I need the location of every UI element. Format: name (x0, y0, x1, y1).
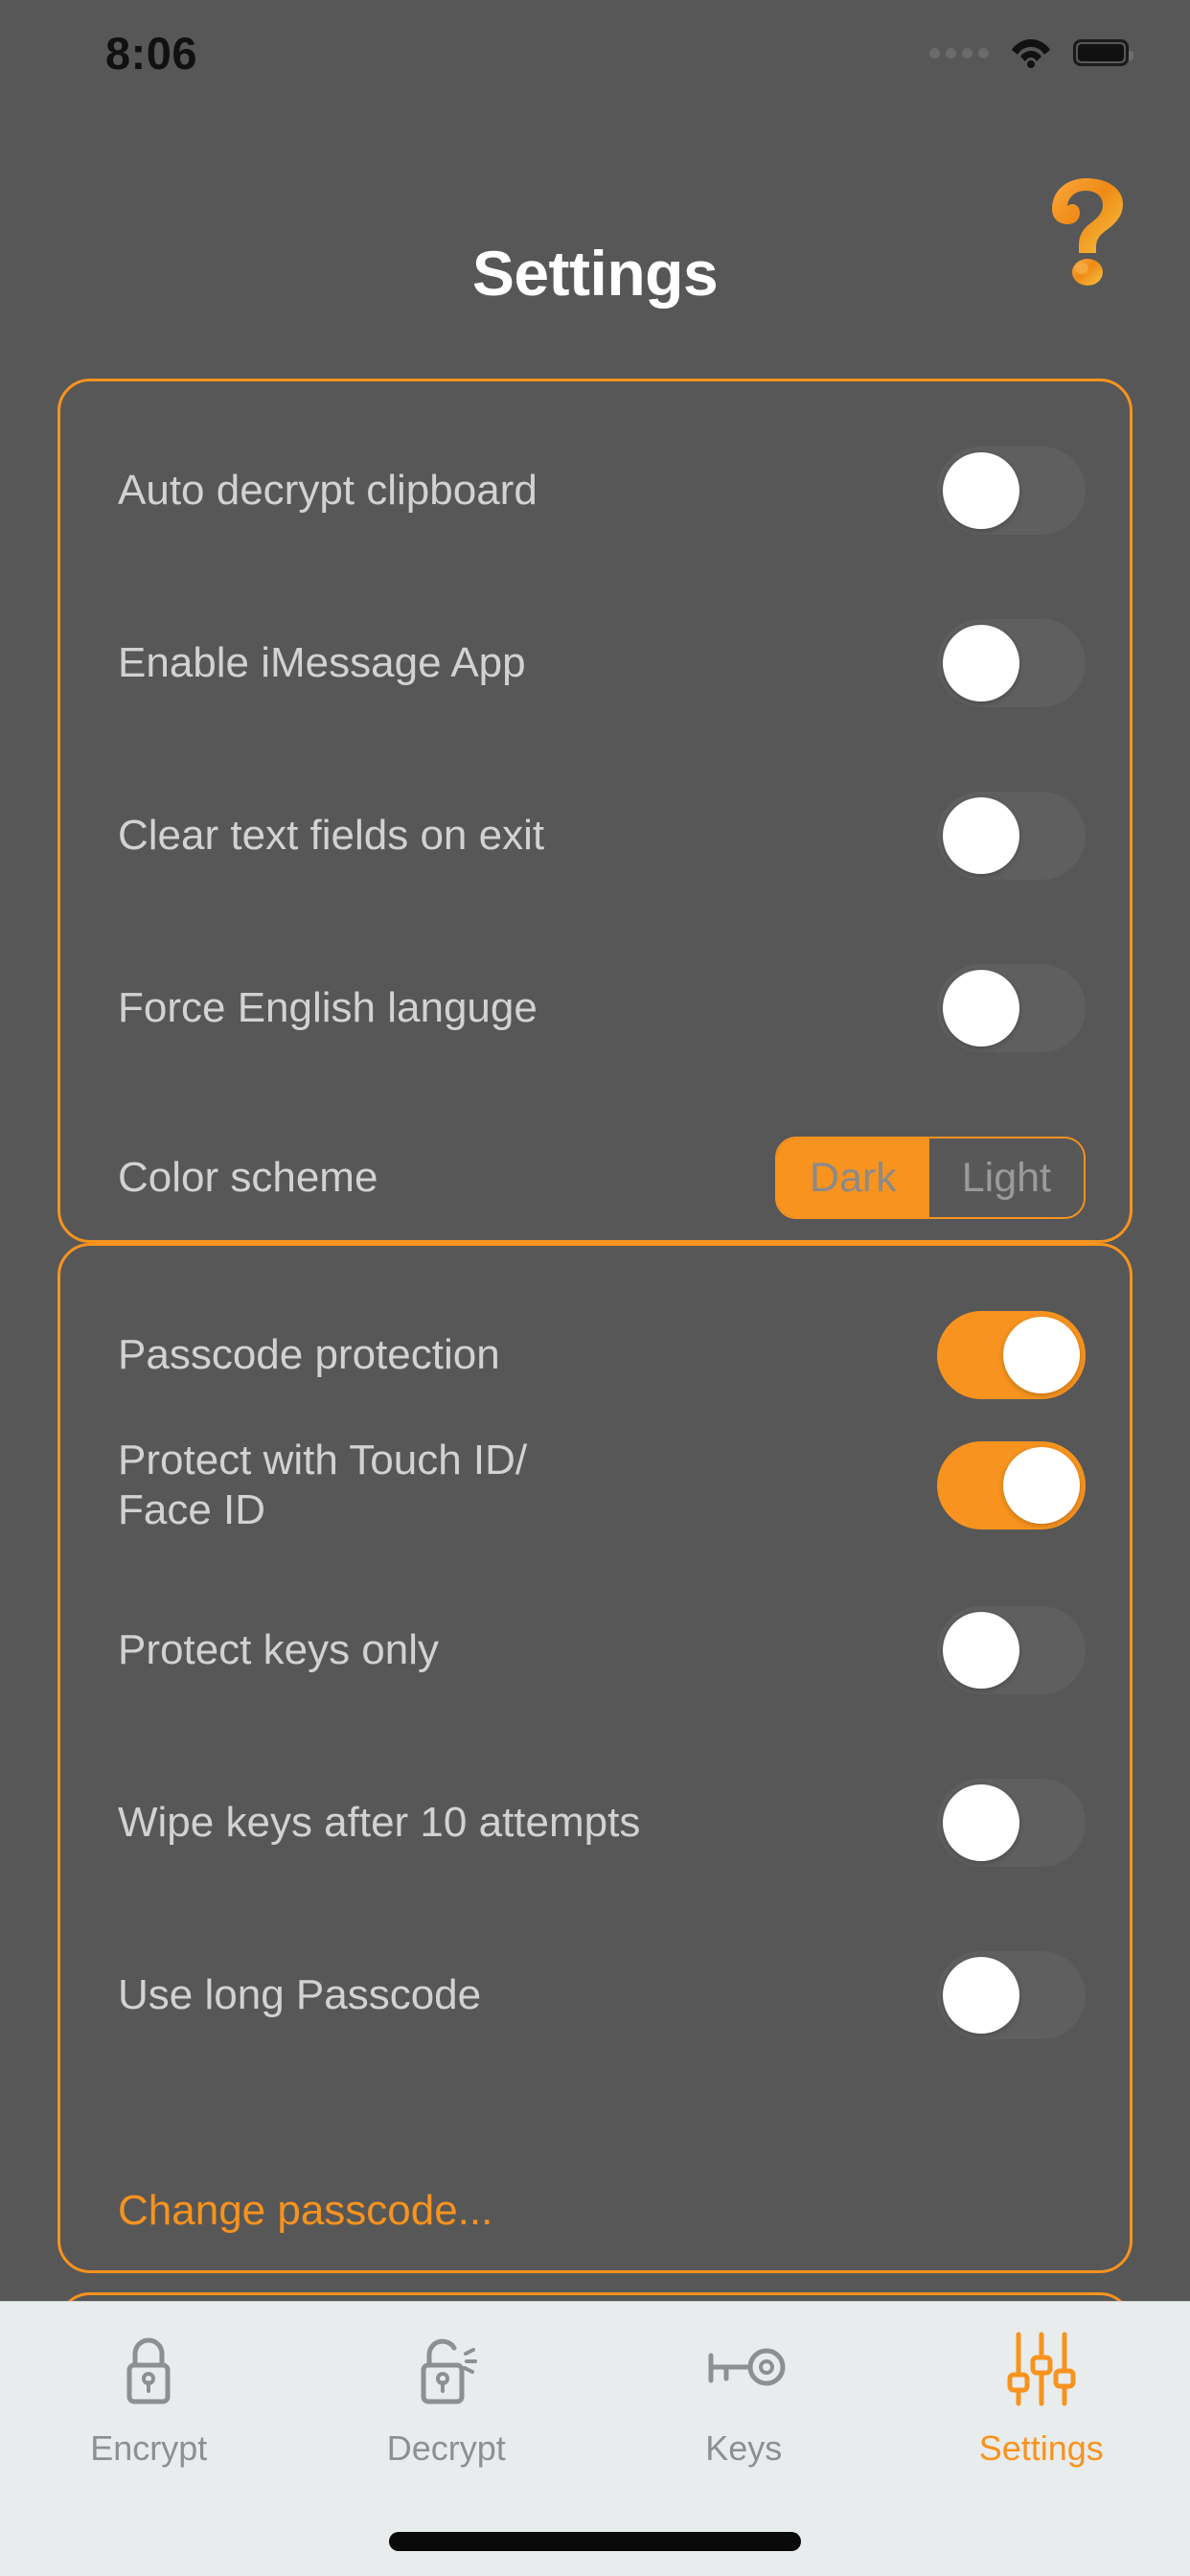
row-protect-with-touch-id-face-id[interactable]: Protect with Touch ID/ Face ID (118, 1436, 1086, 1535)
tab-label: Decrypt (386, 2428, 506, 2468)
status-bar: 8:06 (0, 0, 1190, 105)
phone-screen: 8:06 Settings Auto decrypt clipboard Ena… (0, 0, 1190, 2576)
toggle-wipe-keys-after-10-attempts[interactable] (937, 1779, 1086, 1867)
row-label: Auto decrypt clipboard (118, 467, 538, 515)
row-enable-imessage-app[interactable]: Enable iMessage App (118, 619, 1086, 707)
tab-keys[interactable]: Keys (595, 2323, 893, 2494)
general-settings-card: Auto decrypt clipboard Enable iMessage A… (57, 379, 1133, 1243)
tab-encrypt[interactable]: Encrypt (0, 2323, 298, 2494)
row-label: Force English languge (118, 984, 538, 1032)
tab-decrypt[interactable]: Decrypt (298, 2323, 596, 2494)
home-indicator[interactable] (389, 2532, 801, 2551)
row-passcode-protection[interactable]: Passcode protection (118, 1311, 1086, 1399)
toggle-passcode-protection[interactable] (937, 1311, 1086, 1399)
row-label: Protect keys only (118, 1626, 440, 1674)
row-protect-keys-only[interactable]: Protect keys only (118, 1606, 1086, 1694)
tab-label: Encrypt (90, 2428, 208, 2468)
wifi-icon (1010, 37, 1052, 68)
status-bar-icons (929, 37, 1133, 68)
signal-dots-icon (929, 47, 989, 58)
change-passcode-link[interactable]: Change passcode... (118, 2187, 492, 2235)
row-label: Protect with Touch ID/ Face ID (118, 1437, 528, 1533)
row-label: Color scheme (118, 1154, 378, 1202)
lock-open-icon (412, 2323, 481, 2415)
row-auto-decrypt-clipboard[interactable]: Auto decrypt clipboard (118, 447, 1086, 535)
color-scheme-segmented-control[interactable]: Dark Light (774, 1137, 1086, 1219)
lock-closed-icon (118, 2323, 179, 2415)
row-force-english-languge[interactable]: Force English languge (118, 964, 1086, 1052)
toggle-force-english-languge[interactable] (937, 964, 1086, 1052)
tab-bar: Encrypt Decrypt Keys Settings (0, 2301, 1190, 2576)
row-label: Clear text fields on exit (118, 812, 545, 860)
row-color-scheme[interactable]: Color scheme Dark Light (118, 1137, 1086, 1219)
sliders-icon (1003, 2323, 1080, 2415)
row-label: Use long Passcode (118, 1971, 482, 2019)
header: Settings (0, 105, 1190, 364)
key-icon (698, 2323, 790, 2415)
row-clear-text-fields-on-exit[interactable]: Clear text fields on exit (118, 792, 1086, 880)
toggle-protect-keys-only[interactable] (937, 1606, 1086, 1694)
segment-dark[interactable]: Dark (776, 1138, 929, 1217)
row-use-long-passcode[interactable]: Use long Passcode (118, 1951, 1086, 2039)
row-label: Wipe keys after 10 attempts (118, 1799, 641, 1847)
security-settings-card: Passcode protection Protect with Touch I… (57, 1243, 1133, 2273)
tab-label: Keys (705, 2428, 783, 2468)
toggle-auto-decrypt-clipboard[interactable] (937, 447, 1086, 535)
toggle-enable-imessage-app[interactable] (937, 619, 1086, 707)
segment-light[interactable]: Light (928, 1138, 1084, 1217)
row-wipe-keys-after-10-attempts[interactable]: Wipe keys after 10 attempts (118, 1779, 1086, 1867)
question-mark-icon[interactable] (1029, 163, 1144, 297)
battery-icon (1073, 39, 1133, 66)
row-label: Passcode protection (118, 1331, 500, 1379)
page-title: Settings (471, 238, 719, 309)
toggle-use-long-passcode[interactable] (937, 1951, 1086, 2039)
row-label: Enable iMessage App (118, 639, 526, 687)
status-bar-time: 8:06 (105, 27, 198, 79)
toggle-protect-with-touch-id-face-id[interactable] (937, 1440, 1086, 1530)
toggle-clear-text-fields-on-exit[interactable] (937, 792, 1086, 880)
tab-settings[interactable]: Settings (893, 2323, 1190, 2494)
tab-label: Settings (978, 2428, 1104, 2468)
